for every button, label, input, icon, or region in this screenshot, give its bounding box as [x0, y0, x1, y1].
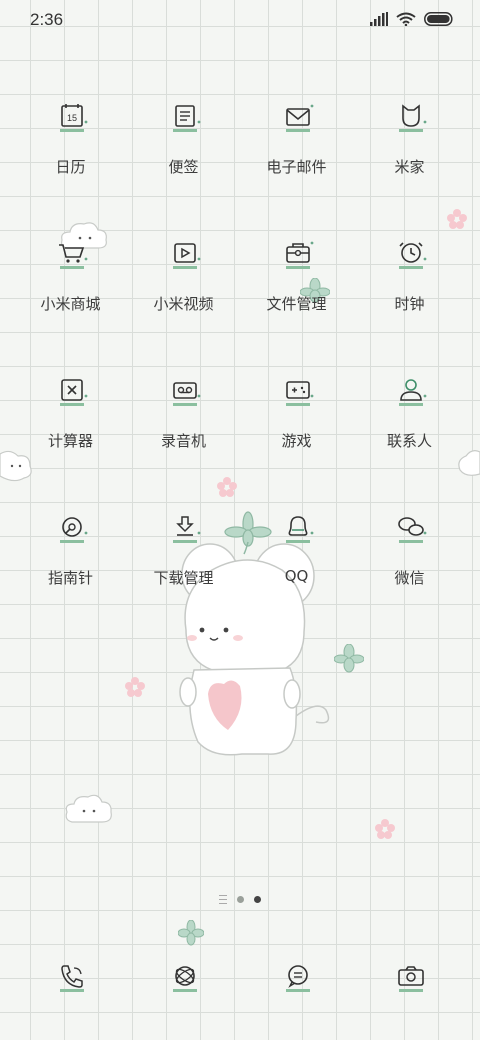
wallpaper-cloud	[65, 794, 112, 823]
download-icon	[173, 516, 201, 543]
app-label: 米家	[394, 158, 425, 176]
app-qq[interactable]: QQ	[240, 509, 353, 646]
app-label: 联系人	[386, 432, 432, 450]
app-contacts[interactable]: 联系人	[353, 372, 466, 509]
dock	[14, 958, 466, 1018]
app-label: QQ	[284, 567, 309, 585]
gamepad-icon	[286, 381, 314, 406]
mijia-icon	[399, 104, 427, 132]
clock-icon	[399, 242, 427, 269]
status-time: 2:36	[30, 10, 64, 29]
phone-icon	[60, 965, 84, 992]
browser-icon	[173, 966, 197, 992]
app-downloads[interactable]: 下载管理	[127, 509, 240, 646]
wallpaper-flower	[375, 819, 395, 839]
svg-text:15: 15	[67, 113, 77, 123]
page-dot[interactable]	[237, 896, 244, 903]
app-label: 小米商城	[40, 295, 101, 313]
app-wechat[interactable]: 微信	[353, 509, 466, 646]
app-compass[interactable]: 指南针	[14, 509, 127, 646]
app-label: 指南针	[47, 569, 93, 587]
app-games[interactable]: 游戏	[240, 372, 353, 509]
camera-icon	[398, 966, 424, 992]
app-grid: 15 日历 便签 电子邮件 米家 小米商城 小米视频 文件管理 时钟 计算器 录…	[14, 98, 466, 646]
signal-icon	[370, 12, 388, 26]
app-label: 录音机	[160, 432, 206, 450]
app-calculator[interactable]: 计算器	[14, 372, 127, 509]
notes-icon	[173, 105, 201, 132]
wechat-icon	[398, 517, 427, 543]
recorder-icon	[173, 382, 201, 406]
calendar-icon: 15	[60, 104, 88, 132]
app-notes[interactable]: 便签	[127, 98, 240, 235]
app-clock[interactable]: 时钟	[353, 235, 466, 372]
mail-icon	[286, 104, 314, 132]
app-mi-store[interactable]: 小米商城	[14, 235, 127, 372]
compass-icon	[60, 517, 88, 543]
app-label: 小米视频	[153, 295, 214, 313]
page-indicator	[0, 895, 480, 904]
folder-icon	[286, 241, 314, 269]
app-row: 15 日历 便签 电子邮件 米家	[14, 98, 466, 235]
app-label: 便签	[168, 158, 199, 176]
dock-phone[interactable]	[14, 958, 127, 1018]
cart-icon	[59, 244, 88, 269]
app-mijia[interactable]: 米家	[353, 98, 466, 235]
app-label: 文件管理	[266, 295, 327, 313]
page-dot-active[interactable]	[254, 896, 261, 903]
wallpaper-flower	[125, 677, 145, 697]
app-label: 时钟	[394, 295, 425, 313]
messages-icon	[286, 965, 310, 992]
dock-camera[interactable]	[353, 958, 466, 1018]
app-label: 电子邮件	[266, 158, 327, 176]
wallpaper-succulent	[334, 644, 364, 673]
app-calendar[interactable]: 15 日历	[14, 98, 127, 235]
app-recorder[interactable]: 录音机	[127, 372, 240, 509]
qq-icon	[286, 516, 314, 543]
wallpaper-succulent	[178, 920, 204, 946]
status-icons	[370, 12, 454, 26]
app-label: 游戏	[281, 432, 312, 450]
calculator-icon	[60, 379, 88, 406]
app-email[interactable]: 电子邮件	[240, 98, 353, 235]
dock-messages[interactable]	[240, 958, 353, 1018]
status-bar: 2:36	[0, 0, 480, 44]
app-file-manager[interactable]: 文件管理	[240, 235, 353, 372]
app-row: 小米商城 小米视频 文件管理 时钟	[14, 235, 466, 372]
contacts-icon	[399, 379, 427, 406]
app-label: 日历	[55, 158, 86, 176]
video-icon	[173, 243, 201, 269]
wifi-icon	[396, 12, 416, 26]
app-mi-video[interactable]: 小米视频	[127, 235, 240, 372]
dock-browser[interactable]	[127, 958, 240, 1018]
app-label: 下载管理	[153, 569, 214, 587]
battery-icon	[424, 12, 453, 26]
page-list-icon[interactable]	[219, 895, 227, 904]
app-label: 微信	[394, 569, 425, 587]
app-row: 指南针 下载管理 QQ 微信	[14, 509, 466, 646]
app-row: 计算器 录音机 游戏 联系人	[14, 372, 466, 509]
app-label: 计算器	[47, 432, 93, 450]
